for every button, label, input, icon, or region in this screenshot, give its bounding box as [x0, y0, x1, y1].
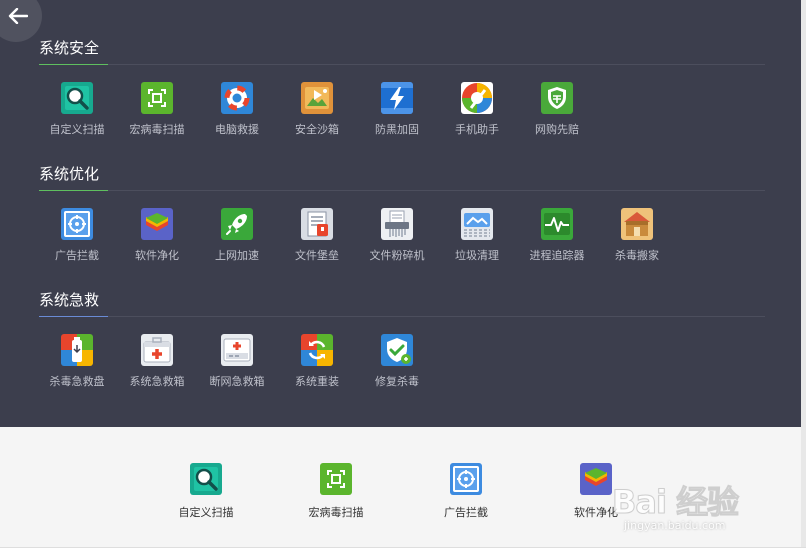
- tool-label: 网购先赔: [535, 123, 579, 136]
- tool-rescue-disk[interactable]: 杀毒急救盘: [37, 334, 117, 400]
- section-divider-optimize: [39, 190, 765, 191]
- tool-shopping-compensation[interactable]: 网购先赔: [517, 82, 597, 148]
- tool-process-tracker[interactable]: 进程追踪器: [517, 208, 597, 274]
- tool-anti-hack[interactable]: 防黑加固: [357, 82, 437, 148]
- tool-file-vault[interactable]: 文件堡垒: [277, 208, 357, 274]
- lightning-shield-icon: [381, 82, 413, 114]
- file-vault-icon: [301, 208, 333, 240]
- tool-label: 垃圾清理: [455, 249, 499, 262]
- tool-net-accelerate[interactable]: 上网加速: [197, 208, 277, 274]
- layers-icon: [580, 463, 612, 495]
- window-edge: [801, 0, 806, 557]
- tool-custom-scan[interactable]: 自定义扫描: [37, 82, 117, 148]
- sandbox-icon: [301, 82, 333, 114]
- back-button[interactable]: [0, 0, 42, 42]
- house-box-icon: [621, 208, 653, 240]
- tool-label: 广告拦截: [444, 506, 488, 519]
- shredder-icon: [381, 208, 413, 240]
- tool-label: 杀毒急救盘: [49, 375, 105, 388]
- first-aid-box-icon: [141, 334, 173, 366]
- tool-label: 广告拦截: [55, 249, 99, 262]
- usb-rescue-icon: [61, 334, 93, 366]
- network-aid-icon: [221, 334, 253, 366]
- tool-system-rescue-box[interactable]: 系统急救箱: [117, 334, 197, 400]
- tool-repair-antivirus[interactable]: 修复杀毒: [357, 334, 437, 400]
- tool-label: 自定义扫描: [49, 123, 105, 136]
- virus-scan-icon: [141, 82, 173, 114]
- tool-file-shredder[interactable]: 文件粉碎机: [357, 208, 437, 274]
- section-divider-rescue: [39, 316, 765, 317]
- tool-label: 安全沙箱: [295, 123, 339, 136]
- window-bottom-edge: [0, 547, 806, 557]
- process-tracker-icon: [541, 208, 573, 240]
- section-title-rescue: 系统急救: [39, 291, 100, 309]
- tool-label: 杀毒搬家: [615, 249, 659, 262]
- magnifier-icon: [190, 463, 222, 495]
- tool-network-rescue-box[interactable]: 断网急救箱: [197, 334, 277, 400]
- tool-label: 手机助手: [455, 123, 499, 136]
- tool-label: 断网急救箱: [209, 375, 265, 388]
- reinstall-icon: [301, 334, 333, 366]
- section-title-security: 系统安全: [39, 39, 100, 57]
- watermark: Bai 经验 jingyan.baidu.com: [611, 475, 772, 537]
- tool-label: 修复杀毒: [375, 375, 419, 388]
- tool-macro-virus-scan[interactable]: 宏病毒扫描: [117, 82, 197, 148]
- pinned-tool-ad-block[interactable]: 广告拦截: [411, 463, 521, 523]
- phone-assistant-icon: [461, 82, 493, 114]
- tool-label: 宏病毒扫描: [129, 123, 185, 136]
- section-divider-security: [39, 64, 765, 65]
- tool-junk-cleanup[interactable]: 垃圾清理: [437, 208, 517, 274]
- tool-label: 系统重装: [295, 375, 339, 388]
- tool-sandbox[interactable]: 安全沙箱: [277, 82, 357, 148]
- tool-label: 宏病毒扫描: [308, 506, 364, 519]
- pinned-tool-custom-scan[interactable]: 自定义扫描: [151, 463, 261, 523]
- tool-label: 防黑加固: [375, 123, 419, 136]
- section-title-optimize: 系统优化: [39, 165, 100, 183]
- tool-label: 进程追踪器: [529, 249, 585, 262]
- tool-label: 电脑救援: [215, 123, 259, 136]
- cleanup-icon: [461, 208, 493, 240]
- back-arrow-icon: [8, 8, 28, 24]
- watermark-url: jingyan.baidu.com: [624, 519, 726, 532]
- tool-ad-block[interactable]: 广告拦截: [37, 208, 117, 274]
- pinned-tool-macro-virus-scan[interactable]: 宏病毒扫描: [281, 463, 391, 523]
- tool-system-reinstall[interactable]: 系统重装: [277, 334, 357, 400]
- tool-label: 自定义扫描: [178, 506, 234, 519]
- rocket-icon: [221, 208, 253, 240]
- magnifier-icon: [61, 82, 93, 114]
- tool-software-purify[interactable]: 软件净化: [117, 208, 197, 274]
- shopping-shield-icon: [541, 82, 573, 114]
- tools-panel: 系统安全 系统优化 系统急救 自定义扫描 宏病毒扫描 电脑救援 安全沙箱 防黑加…: [0, 0, 801, 427]
- tool-pc-rescue[interactable]: 电脑救援: [197, 82, 277, 148]
- tool-phone-assistant[interactable]: 手机助手: [437, 82, 517, 148]
- ad-block-icon: [450, 463, 482, 495]
- tool-antivirus-move[interactable]: 杀毒搬家: [597, 208, 677, 274]
- ad-block-icon: [61, 208, 93, 240]
- tool-label: 软件净化: [135, 249, 179, 262]
- virus-scan-icon: [320, 463, 352, 495]
- watermark-text: Bai 经验: [611, 483, 739, 522]
- tool-label: 系统急救箱: [129, 375, 185, 388]
- lifebuoy-icon: [221, 82, 253, 114]
- tool-label: 文件粉碎机: [369, 249, 425, 262]
- repair-shield-icon: [381, 334, 413, 366]
- tool-label: 上网加速: [215, 249, 259, 262]
- tool-label: 文件堡垒: [295, 249, 339, 262]
- layers-icon: [141, 208, 173, 240]
